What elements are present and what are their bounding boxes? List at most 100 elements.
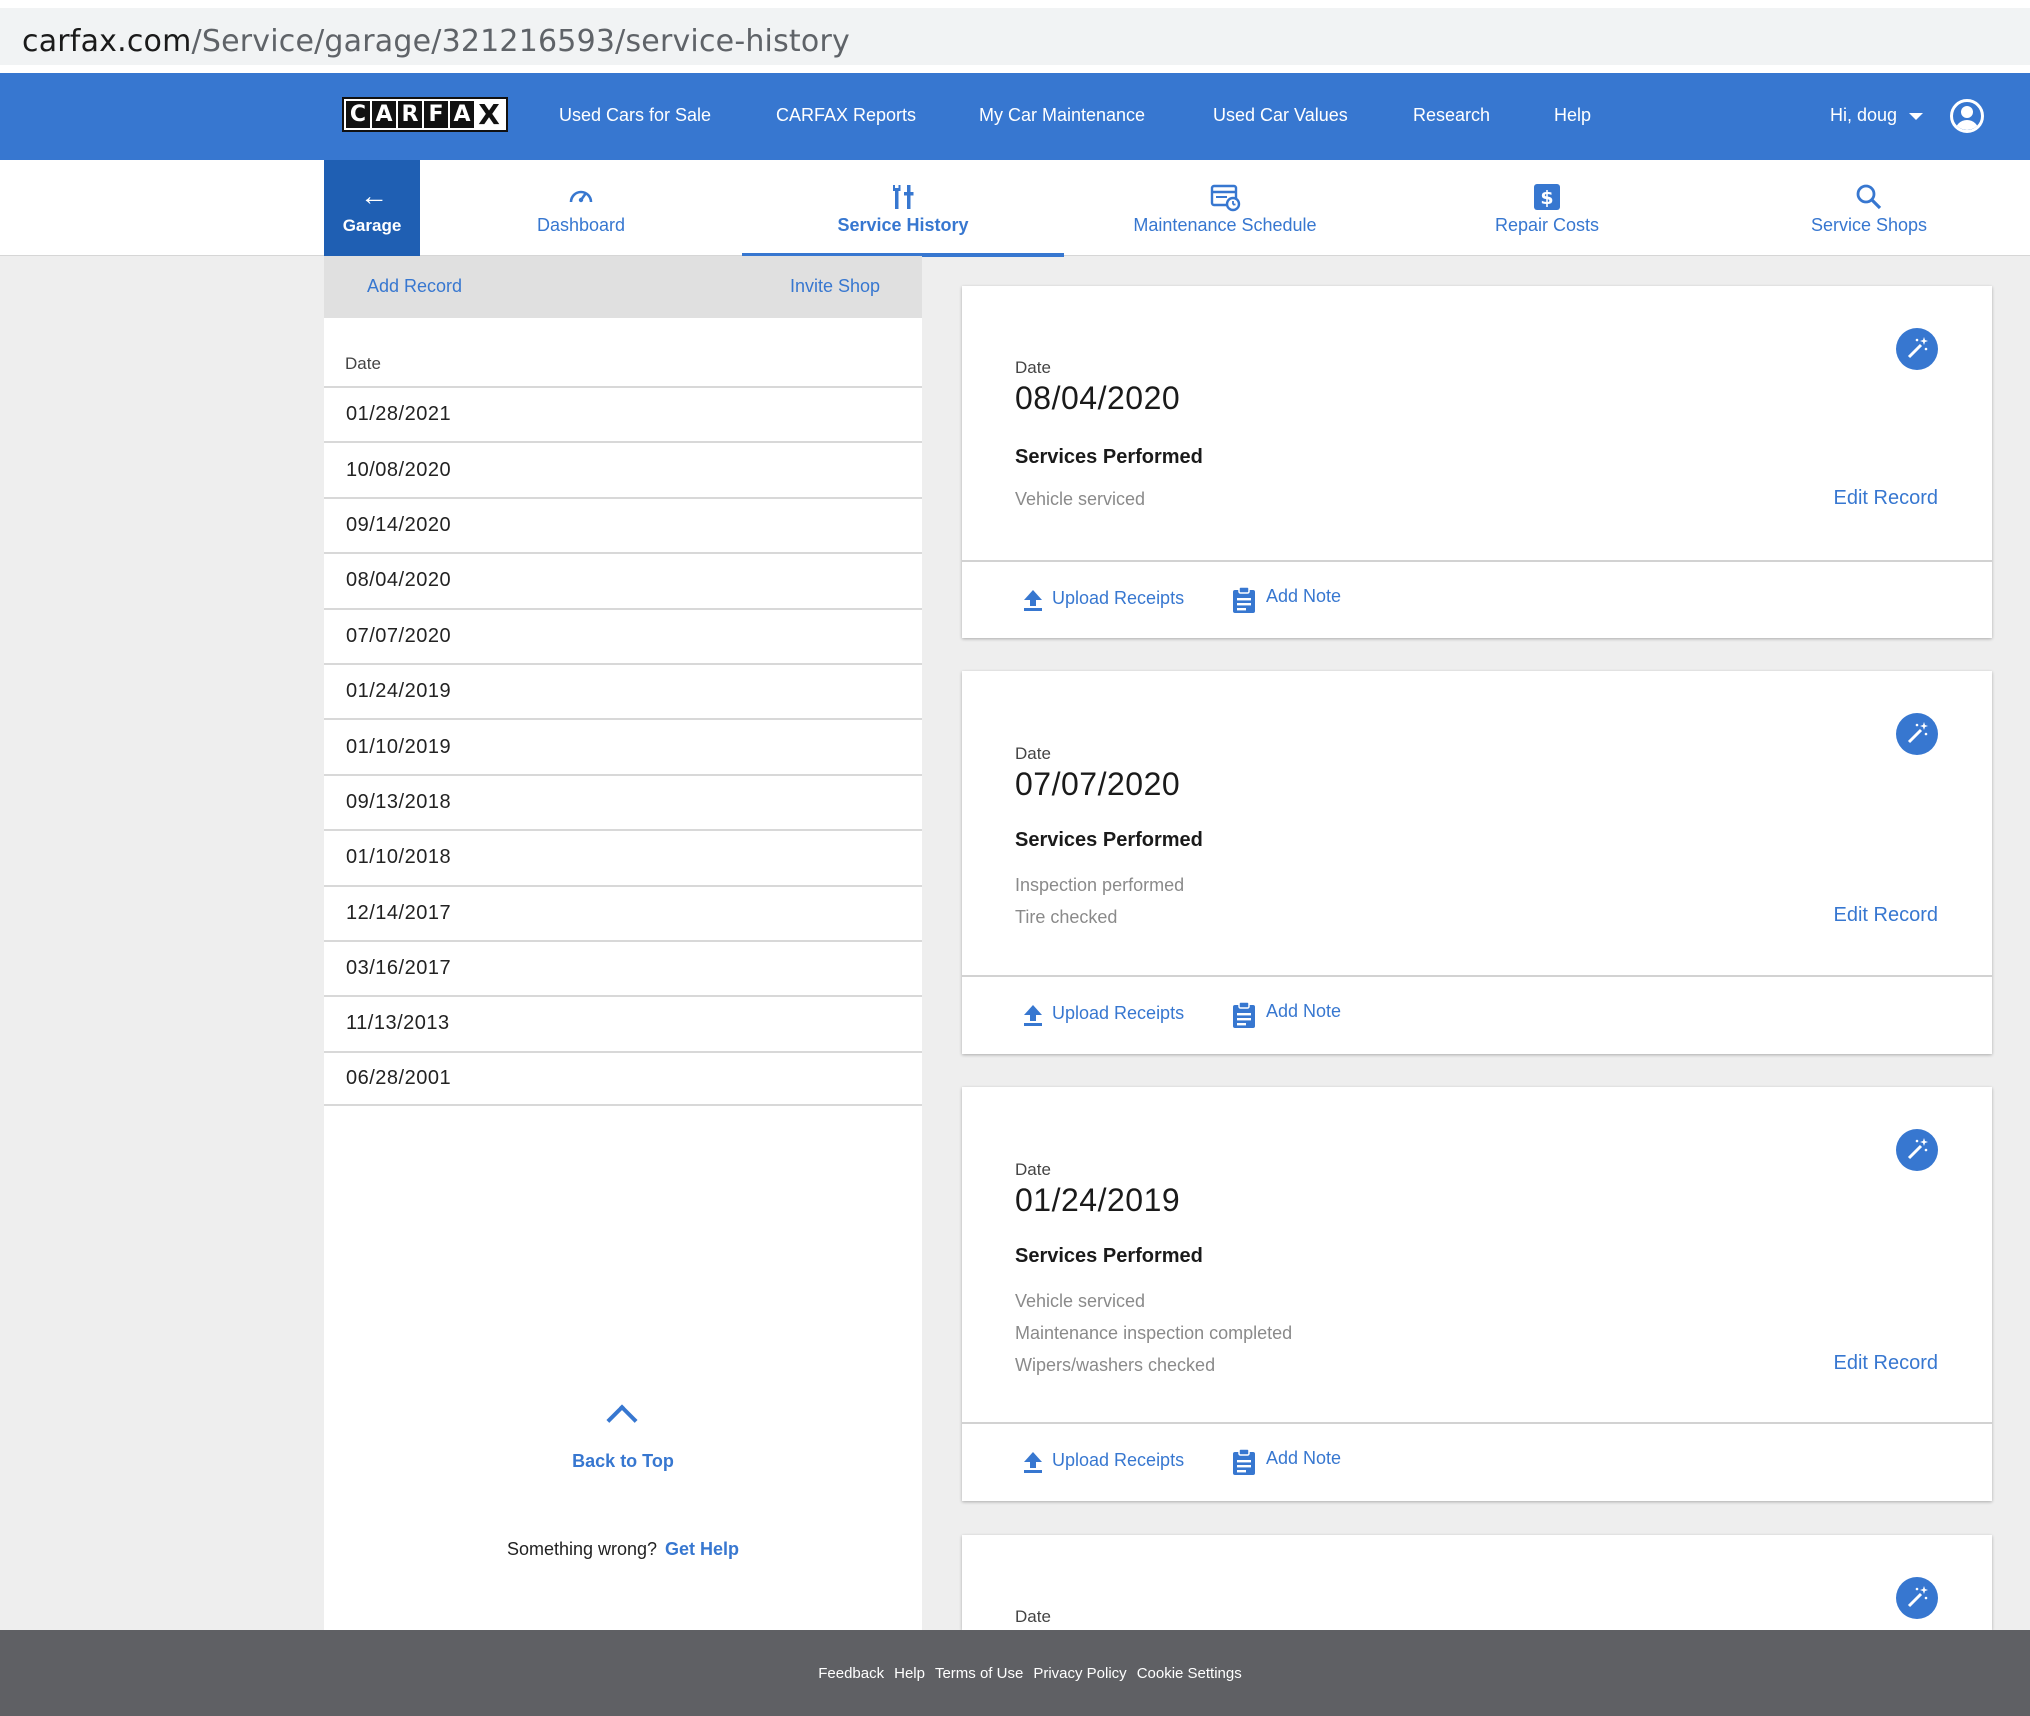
nav-used-car-values[interactable]: Used Car Values: [1213, 105, 1348, 126]
add-record-link[interactable]: Add Record: [367, 276, 462, 297]
upload-icon[interactable]: [1022, 1003, 1044, 1027]
clipboard-icon[interactable]: [1232, 1001, 1256, 1029]
schedule-icon: [1064, 182, 1386, 212]
nav-research[interactable]: Research: [1413, 105, 1490, 126]
footer-cookie-settings-link[interactable]: Cookie Settings: [1137, 1665, 1242, 1682]
date-list-item[interactable]: 09/14/2020: [324, 496, 922, 552]
logo-letter: R: [398, 101, 422, 128]
arrow-left-icon: ←: [360, 180, 388, 211]
speedometer-icon: [420, 182, 742, 212]
logo-letter: C: [346, 101, 370, 128]
tab-maintenance-schedule[interactable]: Maintenance Schedule: [1064, 160, 1386, 256]
date-label: Date: [1015, 358, 1051, 377]
tab-label: Repair Costs: [1494, 215, 1600, 235]
upload-icon[interactable]: [1022, 588, 1044, 612]
tab-label: Service History: [837, 215, 969, 235]
edit-record-link[interactable]: Edit Record: [1834, 487, 1939, 510]
wrench-icon: [742, 182, 1064, 212]
tab-service-shops[interactable]: Service Shops: [1708, 160, 2030, 256]
date-list-item[interactable]: 03/16/2017: [324, 939, 922, 995]
tab-dashboard[interactable]: Dashboard: [420, 160, 742, 256]
service-item: Tire checked: [1015, 907, 1118, 927]
sidebar-actions: Add Record Invite Shop: [324, 256, 922, 318]
nav-help[interactable]: Help: [1554, 105, 1591, 126]
tab-repair-costs[interactable]: $ Repair Costs: [1386, 160, 1708, 256]
add-note-button[interactable]: Add Note: [1266, 1448, 1341, 1469]
clipboard-icon[interactable]: [1232, 1448, 1256, 1476]
url-domain: carfax.com: [22, 24, 192, 59]
something-wrong-text: Something wrong?: [506, 1539, 658, 1559]
service-record-card: Date 07/07/2020 Services Performed Inspe…: [962, 671, 1992, 1054]
nav-used-cars-for-sale[interactable]: Used Cars for Sale: [559, 105, 711, 126]
date-list-item[interactable]: 10/08/2020: [324, 441, 922, 496]
account-icon[interactable]: [1950, 99, 1984, 133]
magic-wand-icon[interactable]: [1896, 1577, 1938, 1619]
chevron-up-icon: [606, 1404, 638, 1436]
service-item: Wipers/washers checked: [1015, 1355, 1216, 1375]
date-list: 01/28/2021 10/08/2020 09/14/2020 08/04/2…: [324, 386, 922, 1107]
url-field[interactable]: carfax.com/Service/garage/321216593/serv…: [0, 8, 2030, 65]
date-sidebar: Add Record Invite Shop Date 01/28/2021 1…: [324, 256, 922, 1630]
carfax-logo[interactable]: CARFAX: [342, 97, 508, 132]
invite-shop-link[interactable]: Invite Shop: [790, 276, 880, 297]
logo-letter: F: [424, 101, 448, 128]
tab-label: Dashboard: [536, 215, 626, 235]
nav-carfax-reports[interactable]: CARFAX Reports: [776, 105, 916, 126]
date-list-item[interactable]: 12/14/2017: [324, 884, 922, 940]
tab-label: Service Shops: [1810, 215, 1928, 235]
date-list-item[interactable]: 08/04/2020: [324, 552, 922, 607]
url-text[interactable]: carfax.com/Service/garage/321216593/serv…: [22, 24, 850, 59]
footer-privacy-link[interactable]: Privacy Policy: [1033, 1665, 1126, 1682]
date-list-item[interactable]: 11/13/2013: [324, 995, 922, 1050]
get-help-link[interactable]: Get Help: [665, 1539, 739, 1559]
browser-url-bar: carfax.com/Service/garage/321216593/serv…: [0, 0, 2030, 73]
garage-back-button[interactable]: ← Garage: [324, 160, 420, 256]
tab-service-history[interactable]: Service History: [742, 160, 1064, 257]
back-to-top-label: Back to Top: [572, 1451, 674, 1471]
service-item: Vehicle serviced: [1015, 489, 1146, 509]
magic-wand-icon[interactable]: [1896, 713, 1938, 755]
top-navigation: CARFAX Used Cars for Sale CARFAX Reports…: [0, 73, 2030, 160]
date-label: Date: [1015, 744, 1051, 763]
search-icon: [1708, 182, 2030, 212]
add-note-button[interactable]: Add Note: [1266, 1001, 1341, 1022]
upload-receipts-button[interactable]: Upload Receipts: [1052, 1450, 1184, 1471]
edit-record-link[interactable]: Edit Record: [1834, 904, 1939, 927]
footer-feedback-link[interactable]: Feedback: [818, 1665, 884, 1682]
logo-letter: A: [450, 101, 474, 128]
upload-receipts-button[interactable]: Upload Receipts: [1052, 588, 1184, 609]
magic-wand-icon[interactable]: [1896, 1129, 1938, 1171]
footer-help-link[interactable]: Help: [894, 1665, 925, 1682]
user-menu[interactable]: Hi, doug: [1830, 105, 1897, 126]
date-list-item[interactable]: 01/10/2019: [324, 718, 922, 773]
service-item: Inspection performed: [1015, 875, 1185, 895]
add-note-button[interactable]: Add Note: [1266, 586, 1341, 607]
card-footer: Upload Receipts Add Note: [962, 562, 1992, 638]
date-list-item[interactable]: 07/07/2020: [324, 607, 922, 663]
upload-icon[interactable]: [1022, 1450, 1044, 1474]
edit-record-link[interactable]: Edit Record: [1834, 1352, 1939, 1375]
record-date: 01/24/2019: [1015, 1182, 1181, 1218]
magic-wand-icon[interactable]: [1896, 328, 1938, 370]
record-date: 08/04/2020: [1015, 380, 1181, 416]
service-record-card: Date 08/04/2020 Services Performed Vehic…: [962, 286, 1992, 638]
date-list-item[interactable]: 01/10/2018: [324, 829, 922, 884]
nav-my-car-maintenance[interactable]: My Car Maintenance: [979, 105, 1145, 126]
clipboard-icon[interactable]: [1232, 586, 1256, 614]
garage-subnav: ← Garage Dashboard Service History Maint…: [0, 160, 2030, 257]
upload-receipts-button[interactable]: Upload Receipts: [1052, 1003, 1184, 1024]
services-performed-heading: Services Performed: [1015, 829, 1203, 851]
page-footer: Feedback Help Terms of Use Privacy Polic…: [0, 1630, 2030, 1716]
date-list-item[interactable]: 01/28/2021: [324, 386, 922, 441]
date-list-item[interactable]: 01/24/2019: [324, 662, 922, 718]
footer-terms-link[interactable]: Terms of Use: [935, 1665, 1023, 1682]
record-date: 07/07/2020: [1015, 766, 1181, 802]
dollar-icon: $: [1386, 182, 1708, 212]
date-label: Date: [1015, 1607, 1051, 1626]
date-column-header: Date: [345, 354, 381, 373]
date-list-item[interactable]: 06/28/2001: [324, 1050, 922, 1107]
logo-letter: A: [372, 101, 396, 128]
chevron-down-icon[interactable]: [1909, 113, 1923, 120]
date-list-item[interactable]: 09/13/2018: [324, 773, 922, 829]
date-label: Date: [1015, 1160, 1051, 1179]
